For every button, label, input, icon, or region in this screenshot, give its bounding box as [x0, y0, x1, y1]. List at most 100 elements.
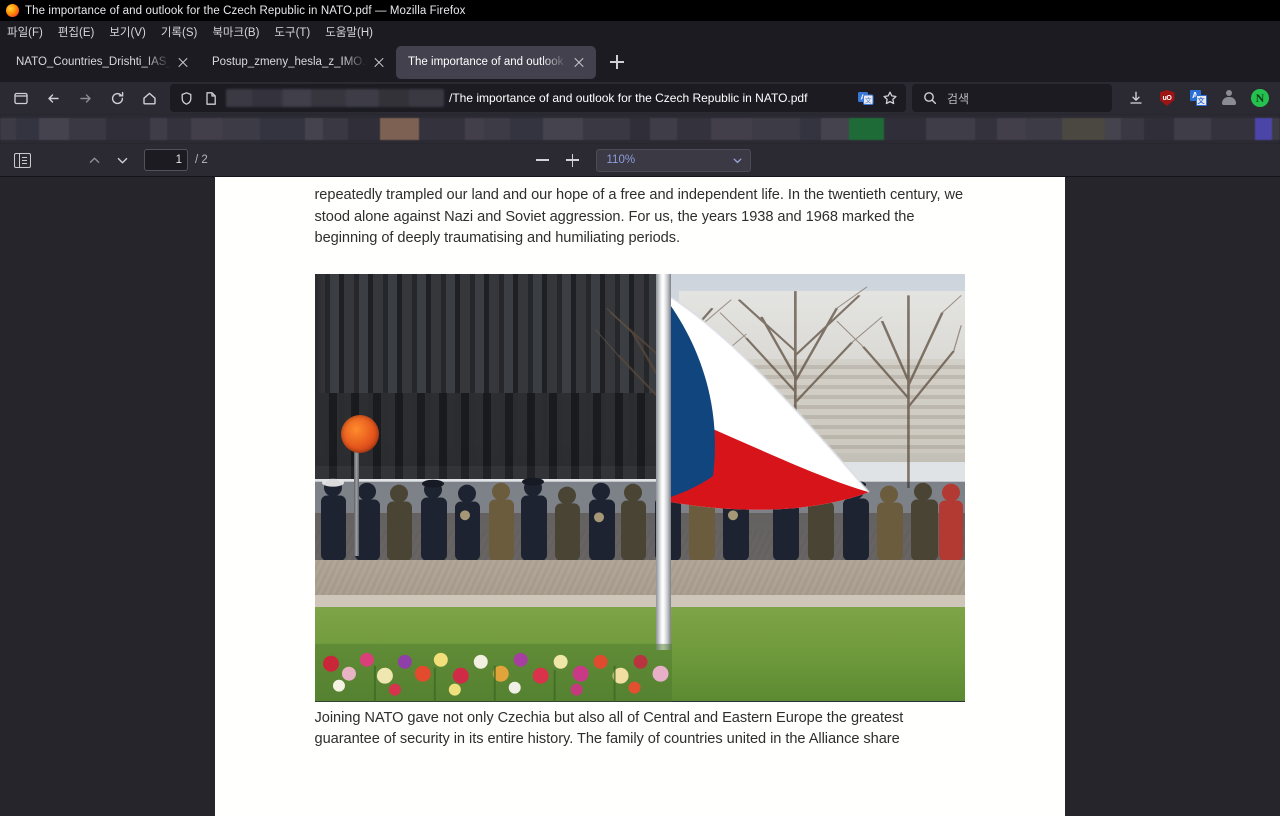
search-icon [920, 88, 940, 108]
url-text: /The importance of and outlook for the C… [449, 91, 808, 105]
zoom-level-select[interactable]: 110% [595, 148, 751, 172]
bookmark-item-blurred[interactable] [1211, 118, 1255, 140]
bookmark-item-blurred[interactable] [630, 118, 650, 140]
next-page-button[interactable] [108, 147, 136, 173]
bookmark-item-blurred[interactable] [583, 118, 630, 140]
menu-bar: 파일(F) 편집(E) 보기(V) 기록(S) 북마크(B) 도구(T) 도움말… [0, 21, 1280, 42]
window-title: The importance of and outlook for the Cz… [25, 4, 466, 17]
bookmark-item-blurred[interactable] [1144, 118, 1174, 140]
bookmark-item-blurred[interactable] [484, 118, 510, 140]
ublock-badge-label: uO [1159, 90, 1175, 106]
menu-edit[interactable]: 편집(E) [58, 24, 95, 40]
zoom-out-button[interactable] [530, 148, 556, 172]
bookmark-item-blurred[interactable] [650, 118, 677, 140]
menu-bookmarks[interactable]: 북마크(B) [212, 24, 259, 40]
pdf-viewer-area[interactable]: repeatedly trampled our land and our hop… [0, 177, 1280, 816]
back-button[interactable] [38, 84, 68, 112]
bookmark-item-blurred[interactable] [380, 118, 419, 140]
search-bar[interactable]: 검색 [912, 84, 1112, 112]
page-number-input[interactable]: 1 [144, 149, 188, 171]
bookmark-item-blurred[interactable] [849, 118, 884, 140]
reload-button[interactable] [102, 84, 132, 112]
menu-history[interactable]: 기록(S) [161, 24, 198, 40]
bookmark-item-blurred[interactable] [997, 118, 1026, 140]
firefox-logo-icon [6, 4, 19, 17]
bookmark-item-blurred[interactable] [69, 118, 106, 140]
extension-n-label: N [1251, 89, 1269, 107]
menu-file[interactable]: 파일(F) [7, 24, 43, 40]
bookmark-item-blurred[interactable] [106, 118, 150, 140]
home-button[interactable] [134, 84, 164, 112]
bookmark-item-blurred[interactable] [510, 118, 543, 140]
bookmark-item-blurred[interactable] [323, 118, 348, 140]
previous-page-button[interactable] [80, 147, 108, 173]
ublock-origin-icon[interactable]: uO [1157, 88, 1177, 108]
download-icon[interactable] [1126, 88, 1146, 108]
bookmark-item-blurred[interactable] [167, 118, 191, 140]
sidebar-toggle-icon [13, 152, 31, 168]
bookmark-item-blurred[interactable] [677, 118, 711, 140]
menu-tools[interactable]: 도구(T) [274, 24, 310, 40]
bookmark-item-blurred[interactable] [752, 118, 800, 140]
bookmark-item-blurred[interactable] [39, 118, 69, 140]
firefox-view-icon[interactable] [6, 84, 36, 112]
bookmark-item-blurred[interactable] [419, 118, 465, 140]
bookmark-item-blurred[interactable] [1121, 118, 1144, 140]
close-icon[interactable] [175, 54, 191, 70]
tab-nato-countries[interactable]: NATO_Countries_Drishti_IAS_English [4, 46, 200, 79]
star-icon[interactable] [880, 88, 900, 108]
translate-page-icon[interactable]: A 文 [855, 88, 875, 108]
menu-view[interactable]: 보기(V) [109, 24, 146, 40]
sidebar-toggle-button[interactable] [8, 147, 36, 173]
tab-title: NATO_Countries_Drishti_IAS_English [16, 56, 171, 68]
address-bar[interactable]: /The importance of and outlook for the C… [170, 84, 906, 112]
bookmark-item-blurred[interactable] [975, 118, 997, 140]
navigation-toolbar: /The importance of and outlook for the C… [0, 82, 1280, 114]
bookmark-item-blurred[interactable] [1272, 118, 1280, 140]
bookmark-item-blurred[interactable] [821, 118, 849, 140]
bookmark-item-blurred[interactable] [465, 118, 484, 140]
bookmark-item-blurred[interactable] [1062, 118, 1105, 140]
google-translate-icon[interactable]: A 文 [1188, 88, 1208, 108]
account-person-icon[interactable] [1219, 88, 1239, 108]
page-icon [201, 88, 221, 108]
zoom-in-button[interactable] [560, 148, 586, 172]
tab-importance-czech-nato[interactable]: The importance of and outlook for the Cz… [396, 45, 596, 79]
bookmark-item-blurred[interactable] [150, 118, 167, 140]
firefox-window: The importance of and outlook for the Cz… [0, 0, 1280, 816]
paragraph-bottom: Joining NATO gave not only Czechia but a… [314, 709, 904, 748]
menu-help[interactable]: 도움말(H) [325, 24, 373, 40]
bookmark-item-blurred[interactable] [1174, 118, 1211, 140]
photo-czech-flag [658, 289, 870, 511]
notion-n-icon[interactable]: N [1250, 88, 1270, 108]
tab-bar: NATO_Countries_Drishti_IAS_English Postu… [0, 42, 1280, 82]
forward-button[interactable] [70, 84, 100, 112]
tab-title: Postup_zmeny_hesla_z_IMO.pdf [212, 56, 367, 68]
bookmark-item-blurred[interactable] [711, 118, 752, 140]
new-tab-button[interactable] [603, 48, 631, 76]
bookmark-item-blurred[interactable] [0, 118, 16, 140]
close-icon[interactable] [571, 54, 587, 70]
close-icon[interactable] [371, 54, 387, 70]
shield-icon[interactable] [176, 88, 196, 108]
bookmark-item-blurred[interactable] [884, 118, 926, 140]
bookmark-item-blurred[interactable] [222, 118, 260, 140]
tab-postup-zmeny[interactable]: Postup_zmeny_hesla_z_IMO.pdf [200, 46, 396, 79]
bookmark-item-blurred[interactable] [926, 118, 975, 140]
bookmark-item-blurred[interactable] [1105, 118, 1121, 140]
toolbar-extensions: uO A 文 N [1114, 88, 1274, 108]
bookmark-item-blurred[interactable] [800, 118, 821, 140]
bookmark-item-blurred[interactable] [16, 118, 39, 140]
bookmark-item-blurred[interactable] [1255, 118, 1272, 140]
bookmark-item-blurred[interactable] [348, 118, 380, 140]
pdf-page: repeatedly trampled our land and our hop… [214, 177, 1065, 816]
bookmarks-bar[interactable] [0, 114, 1280, 144]
redacted-url-prefix [226, 89, 444, 107]
bookmark-item-blurred[interactable] [260, 118, 305, 140]
bookmark-item-blurred[interactable] [1026, 118, 1062, 140]
bookmark-item-blurred[interactable] [191, 118, 222, 140]
bookmark-item-blurred[interactable] [543, 118, 583, 140]
svg-text:文: 文 [865, 95, 872, 104]
zoom-level-value: 110% [606, 154, 636, 166]
bookmark-item-blurred[interactable] [305, 118, 323, 140]
